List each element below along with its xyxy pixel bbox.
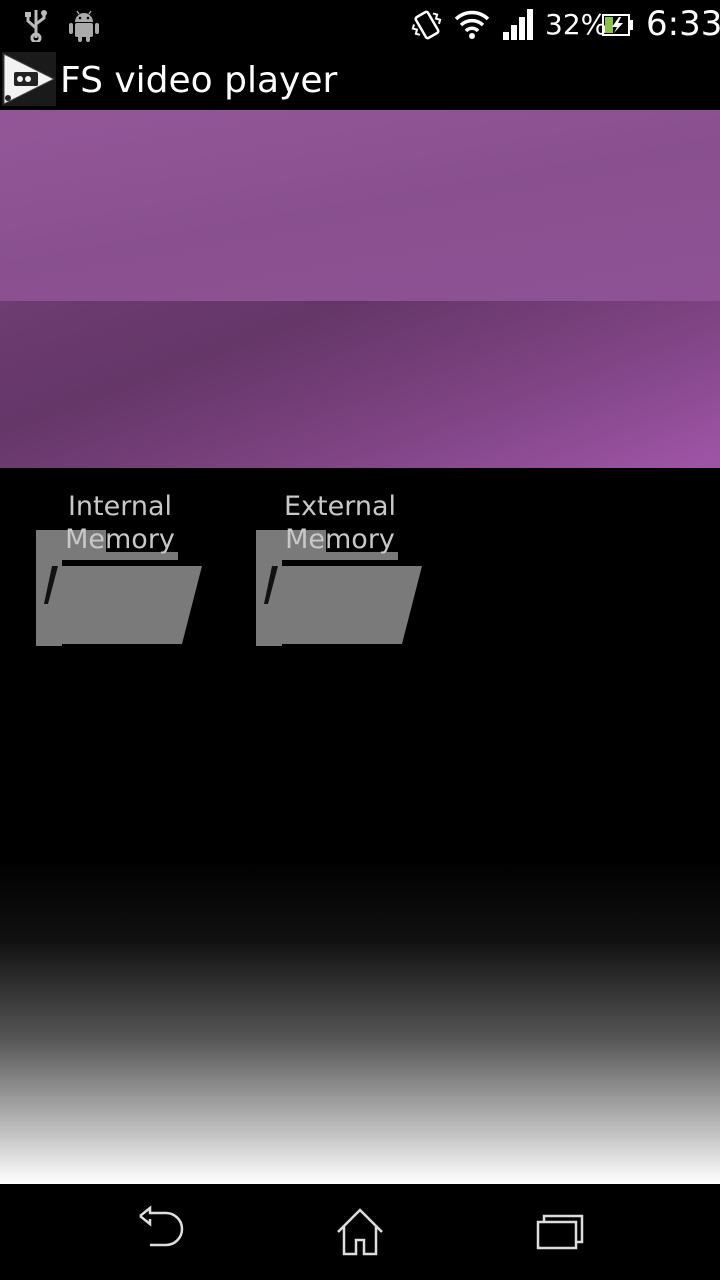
storage-label-external: External Memory — [283, 491, 397, 555]
vibrate-icon — [411, 10, 442, 40]
battery-icon — [602, 14, 633, 36]
wifi-icon — [454, 10, 490, 39]
storage-label-internal: Internal Memory — [65, 491, 175, 555]
home-icon[interactable] — [330, 1204, 390, 1260]
header-banner — [0, 110, 720, 468]
bottom-glow — [0, 860, 720, 1184]
usb-icon — [25, 10, 47, 42]
recent-apps-icon[interactable] — [532, 1204, 592, 1260]
fs-video-player-logo-icon[interactable] — [2, 52, 56, 106]
action-bar: FS video player — [0, 50, 720, 110]
screen: 32% 6:33 FS video player Internal Memory… — [0, 0, 720, 1280]
banner-lower-band — [0, 301, 720, 468]
android-debug-icon — [69, 10, 99, 42]
back-icon[interactable] — [130, 1204, 190, 1260]
battery-percent: 32% — [545, 8, 608, 41]
navigation-bar — [0, 1184, 720, 1280]
signal-icon — [503, 9, 533, 40]
storage-item-external[interactable]: External Memory — [240, 490, 440, 660]
storage-item-internal[interactable]: Internal Memory — [20, 490, 220, 660]
app-title: FS video player — [60, 60, 338, 101]
clock: 6:33 — [646, 4, 720, 44]
status-bar: 32% 6:33 — [0, 0, 720, 50]
banner-upper-band — [0, 110, 720, 301]
